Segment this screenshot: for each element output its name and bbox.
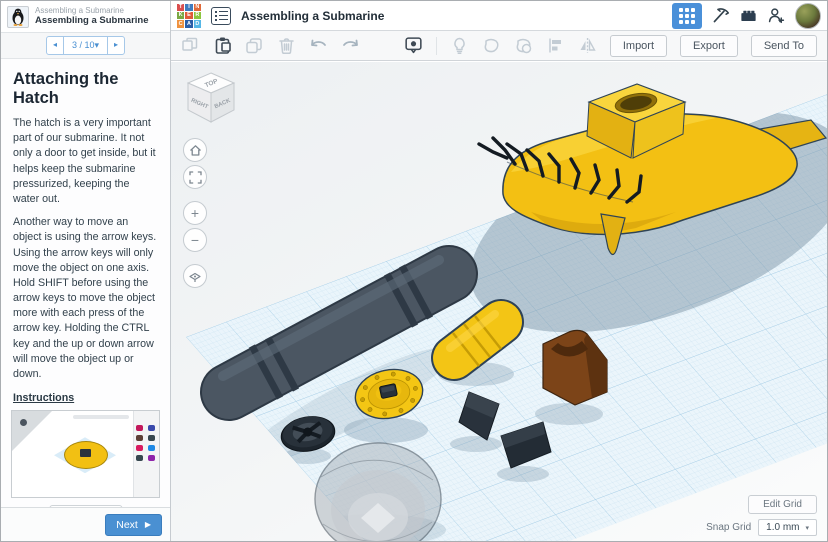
dashboard-grid-button[interactable]: [672, 2, 702, 29]
view-controls: + −: [183, 138, 207, 288]
redo-icon[interactable]: [341, 36, 360, 55]
lesson-list-icon[interactable]: [211, 6, 231, 25]
lesson-panel: Assembling a Submarine Assembling a Subm…: [1, 1, 171, 541]
lesson-content: Attaching the Hatch The hatch is a very …: [1, 59, 170, 507]
hide-lightbulb-icon[interactable]: [450, 36, 469, 55]
caret-down-icon: ▾: [94, 40, 100, 50]
app-header: T I N K E R C A D Assembling a Submarine: [171, 1, 827, 31]
project-title: Assembling a Submarine: [35, 14, 149, 26]
tinkercad-window: Assembling a Submarine Assembling a Subm…: [0, 0, 828, 542]
instructions-link[interactable]: Instructions: [13, 392, 74, 404]
undo-icon[interactable]: [309, 36, 328, 55]
export-button[interactable]: Export: [680, 34, 738, 57]
thumbnail-shape-swatches: [136, 425, 156, 462]
lesson-pagination-bar: ◂ 3 / 10▾ ▸: [1, 33, 170, 59]
instructions-tab[interactable]: Instructions: [48, 505, 123, 507]
brick-icon[interactable]: [739, 6, 758, 25]
snap-grid-row: Snap Grid 1.0 mm ▾: [706, 519, 817, 536]
tinkercad-logo[interactable]: T I N K E R C A D: [177, 3, 201, 28]
fit-view-button[interactable]: [183, 165, 207, 189]
copy-icon[interactable]: [181, 36, 200, 55]
paste-icon[interactable]: [213, 36, 232, 55]
prev-step-button[interactable]: ◂: [47, 37, 63, 54]
zoom-in-button[interactable]: +: [183, 201, 207, 225]
lesson-title: Attaching the Hatch: [13, 70, 119, 107]
thumbnail-hatch-knob: [80, 449, 91, 458]
group-icon[interactable]: [482, 36, 501, 55]
project-titles: Assembling a Submarine Assembling a Subm…: [35, 6, 149, 26]
ungroup-icon[interactable]: [514, 36, 533, 55]
lesson-panel-header: Assembling a Submarine Assembling a Subm…: [1, 1, 170, 33]
perspective-toggle-button[interactable]: [183, 264, 207, 288]
snap-grid-label: Snap Grid: [706, 522, 752, 533]
thumbnail-toolbar: [73, 415, 129, 420]
mirror-icon[interactable]: [578, 36, 597, 55]
step-counter-dropdown[interactable]: 3 / 10▾: [62, 37, 109, 54]
thumbnail-workplane-corner: [12, 411, 52, 452]
next-button[interactable]: Next ▶: [105, 513, 162, 536]
align-icon[interactable]: [546, 36, 565, 55]
show-all-icon[interactable]: [404, 36, 423, 55]
3d-scene[interactable]: [171, 62, 827, 541]
import-button[interactable]: Import: [609, 34, 668, 57]
add-person-icon[interactable]: [767, 6, 786, 25]
duplicate-icon[interactable]: [245, 36, 264, 55]
penguin-icon: [12, 8, 24, 26]
play-arrow-icon: ▶: [144, 520, 151, 529]
app-title: Assembling a Submarine: [241, 8, 385, 23]
lesson-paragraph: Another way to move an object is using t…: [13, 216, 157, 380]
delete-icon[interactable]: [277, 36, 296, 55]
lesson-paragraph: The hatch is a very important part of ou…: [13, 117, 156, 205]
header-actions: [672, 2, 823, 29]
caret-down-icon: ▾: [805, 524, 809, 532]
3d-canvas[interactable]: TOP RIGHT BACK + − Edit Grid Snap Grid 1…: [171, 62, 827, 541]
view-cube[interactable]: TOP RIGHT BACK: [183, 70, 239, 128]
send-to-button[interactable]: Send To: [750, 34, 817, 57]
edit-grid-button[interactable]: Edit Grid: [748, 495, 817, 514]
step-pager: ◂ 3 / 10▾ ▸: [45, 36, 126, 55]
project-logo: [7, 5, 29, 28]
main-area: T I N K E R C A D Assembling a Submarine: [171, 1, 827, 541]
lesson-footer: Next ▶: [1, 507, 170, 541]
toolbar-divider: [435, 36, 437, 55]
snap-grid-select[interactable]: 1.0 mm ▾: [758, 519, 817, 536]
zoom-out-button[interactable]: −: [183, 228, 207, 252]
next-step-button[interactable]: ▸: [108, 37, 124, 54]
home-view-button[interactable]: [183, 138, 207, 162]
lesson-thumbnail[interactable]: [11, 410, 160, 499]
editor-toolbar: Import Export Send To: [171, 31, 827, 61]
minecraft-pickaxe-icon[interactable]: [711, 6, 730, 25]
avatar[interactable]: [795, 2, 821, 29]
